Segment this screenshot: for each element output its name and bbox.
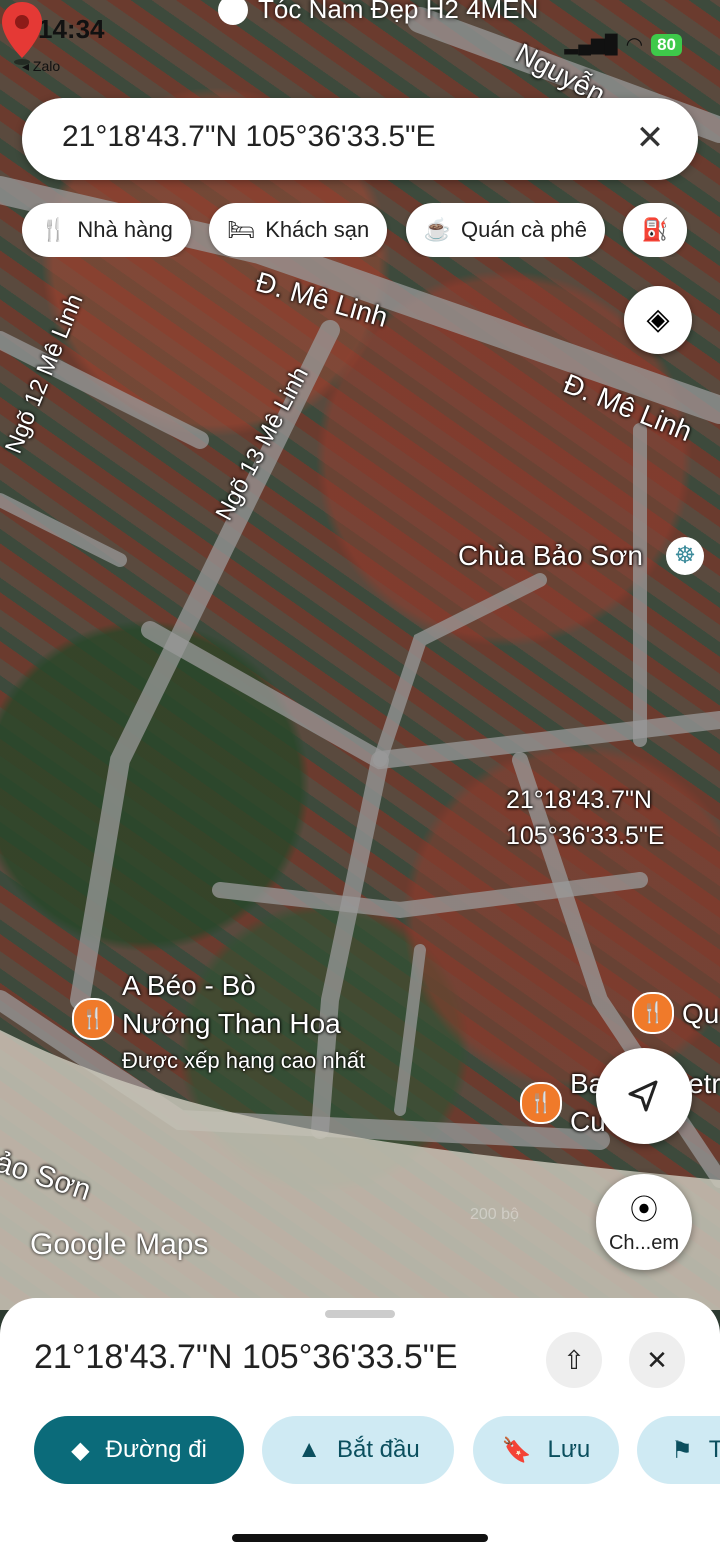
layers-icon: ◈ [646, 303, 670, 336]
restaurant-icon[interactable]: 🍴 [72, 998, 114, 1040]
search-bar[interactable]: 21°18'43.7"N 105°36'33.5"E ✕ [22, 98, 698, 180]
battery-icon: 80 [651, 33, 682, 56]
sheet-title: 21°18'43.7"N 105°36'33.5"E [34, 1338, 458, 1376]
pin-label-lat: 21°18'43.7"N [506, 786, 652, 814]
wifi-icon: ◠ [625, 34, 644, 56]
directions-label: Đường đi [105, 1436, 207, 1463]
chip-hotels[interactable]: 🛏 Khách sạn [209, 203, 388, 257]
gas-station-icon: ⛽ [641, 217, 669, 242]
restaurant-icon: 🍴 [40, 217, 68, 242]
sheet-drag-handle[interactable] [325, 1310, 395, 1318]
restaurant-icon[interactable]: 🍴 [520, 1082, 562, 1124]
status-indicators: ▂▄▆█ ◠ 80 [564, 32, 682, 57]
close-sheet-button[interactable]: ✕ [629, 1332, 685, 1388]
navigate-icon: ▲ [297, 1436, 321, 1463]
start-label: Bắt đầu [336, 1436, 420, 1463]
chip-label: Nhà hàng [77, 217, 173, 242]
layers-button[interactable]: ◈ [624, 286, 692, 354]
action-buttons: ◆ Đường đi ▲ Bắt đầu 🔖 Lưu ⚑ T [34, 1416, 720, 1486]
explore-label: Ch...em [608, 1232, 680, 1254]
chip-gas[interactable]: ⛽ [623, 203, 687, 257]
close-icon[interactable]: ✕ [628, 116, 672, 160]
poi-label-right-1[interactable]: Qu [682, 998, 719, 1030]
place-sheet: 21°18'43.7"N 105°36'33.5"E ⇧ ✕ ◆ Đường đ… [0, 1298, 720, 1558]
poi-label-right-2b[interactable]: etr [688, 1068, 720, 1100]
share-icon: ⇧ [563, 1345, 585, 1375]
category-chips: 🍴 Nhà hàng 🛏 Khách sạn ☕ Quán cà phê ⛽ [22, 203, 720, 257]
camera-icon: ⦿ [629, 1194, 658, 1225]
explore-button[interactable]: ⦿ Ch...em [596, 1174, 692, 1270]
place-label-top[interactable]: Tóc Nam Đẹp H2 4MEN [218, 0, 538, 25]
search-query[interactable]: 21°18'43.7"N 105°36'33.5"E [62, 120, 436, 154]
restaurant-name-line2[interactable]: Nướng Than Hoa [122, 1008, 341, 1040]
temple-icon[interactable]: ☸ [666, 537, 704, 575]
pin-label-lng: 105°36'33.5"E [506, 822, 665, 850]
place-pin-icon [218, 0, 248, 25]
satellite-map[interactable]: 14:34 ◂ Zalo ▂▄▆█ ◠ 80 Tóc Nam Đẹp H2 4M… [0, 0, 720, 1310]
restaurant-name-line1[interactable]: A Béo - Bò [122, 970, 256, 1002]
place-name: Tóc Nam Đẹp H2 4MEN [258, 0, 539, 24]
save-button[interactable]: 🔖 Lưu [472, 1416, 619, 1484]
flag-icon: ⚑ [671, 1436, 693, 1464]
home-indicator [232, 1534, 488, 1542]
share-button[interactable]: ⇧ [546, 1332, 602, 1388]
chip-label: Khách sạn [265, 217, 370, 242]
my-location-button[interactable] [596, 1048, 692, 1144]
chip-restaurants[interactable]: 🍴 Nhà hàng [22, 203, 191, 257]
close-icon: ✕ [646, 1345, 668, 1375]
label-button[interactable]: ⚑ T [637, 1416, 720, 1484]
bookmark-icon: 🔖 [501, 1436, 532, 1464]
google-maps-logo: Google Maps [30, 1228, 209, 1261]
signal-icon: ▂▄▆█ [564, 34, 618, 54]
label-label: T [708, 1436, 720, 1463]
restaurant-icon[interactable]: 🍴 [632, 992, 674, 1034]
directions-icon: ◆ [71, 1436, 90, 1464]
hotel-icon: 🛏 [227, 217, 256, 242]
cafe-icon: ☕ [423, 217, 452, 242]
restaurant-rating: Được xếp hạng cao nhất [122, 1048, 366, 1073]
save-label: Lưu [547, 1436, 591, 1463]
temple-label[interactable]: Chùa Bảo Sơn [458, 540, 643, 572]
start-button[interactable]: ▲ Bắt đầu [262, 1416, 455, 1484]
directions-button[interactable]: ◆ Đường đi [34, 1416, 244, 1484]
chip-cafes[interactable]: ☕ Quán cà phê [405, 203, 606, 257]
status-time: 14:34 [38, 14, 105, 44]
navigation-arrow-icon [628, 1080, 658, 1112]
scale-bar: 200 bộ [470, 1206, 519, 1223]
chip-label: Quán cà phê [461, 217, 588, 242]
location-pin-icon[interactable] [0, 0, 44, 66]
